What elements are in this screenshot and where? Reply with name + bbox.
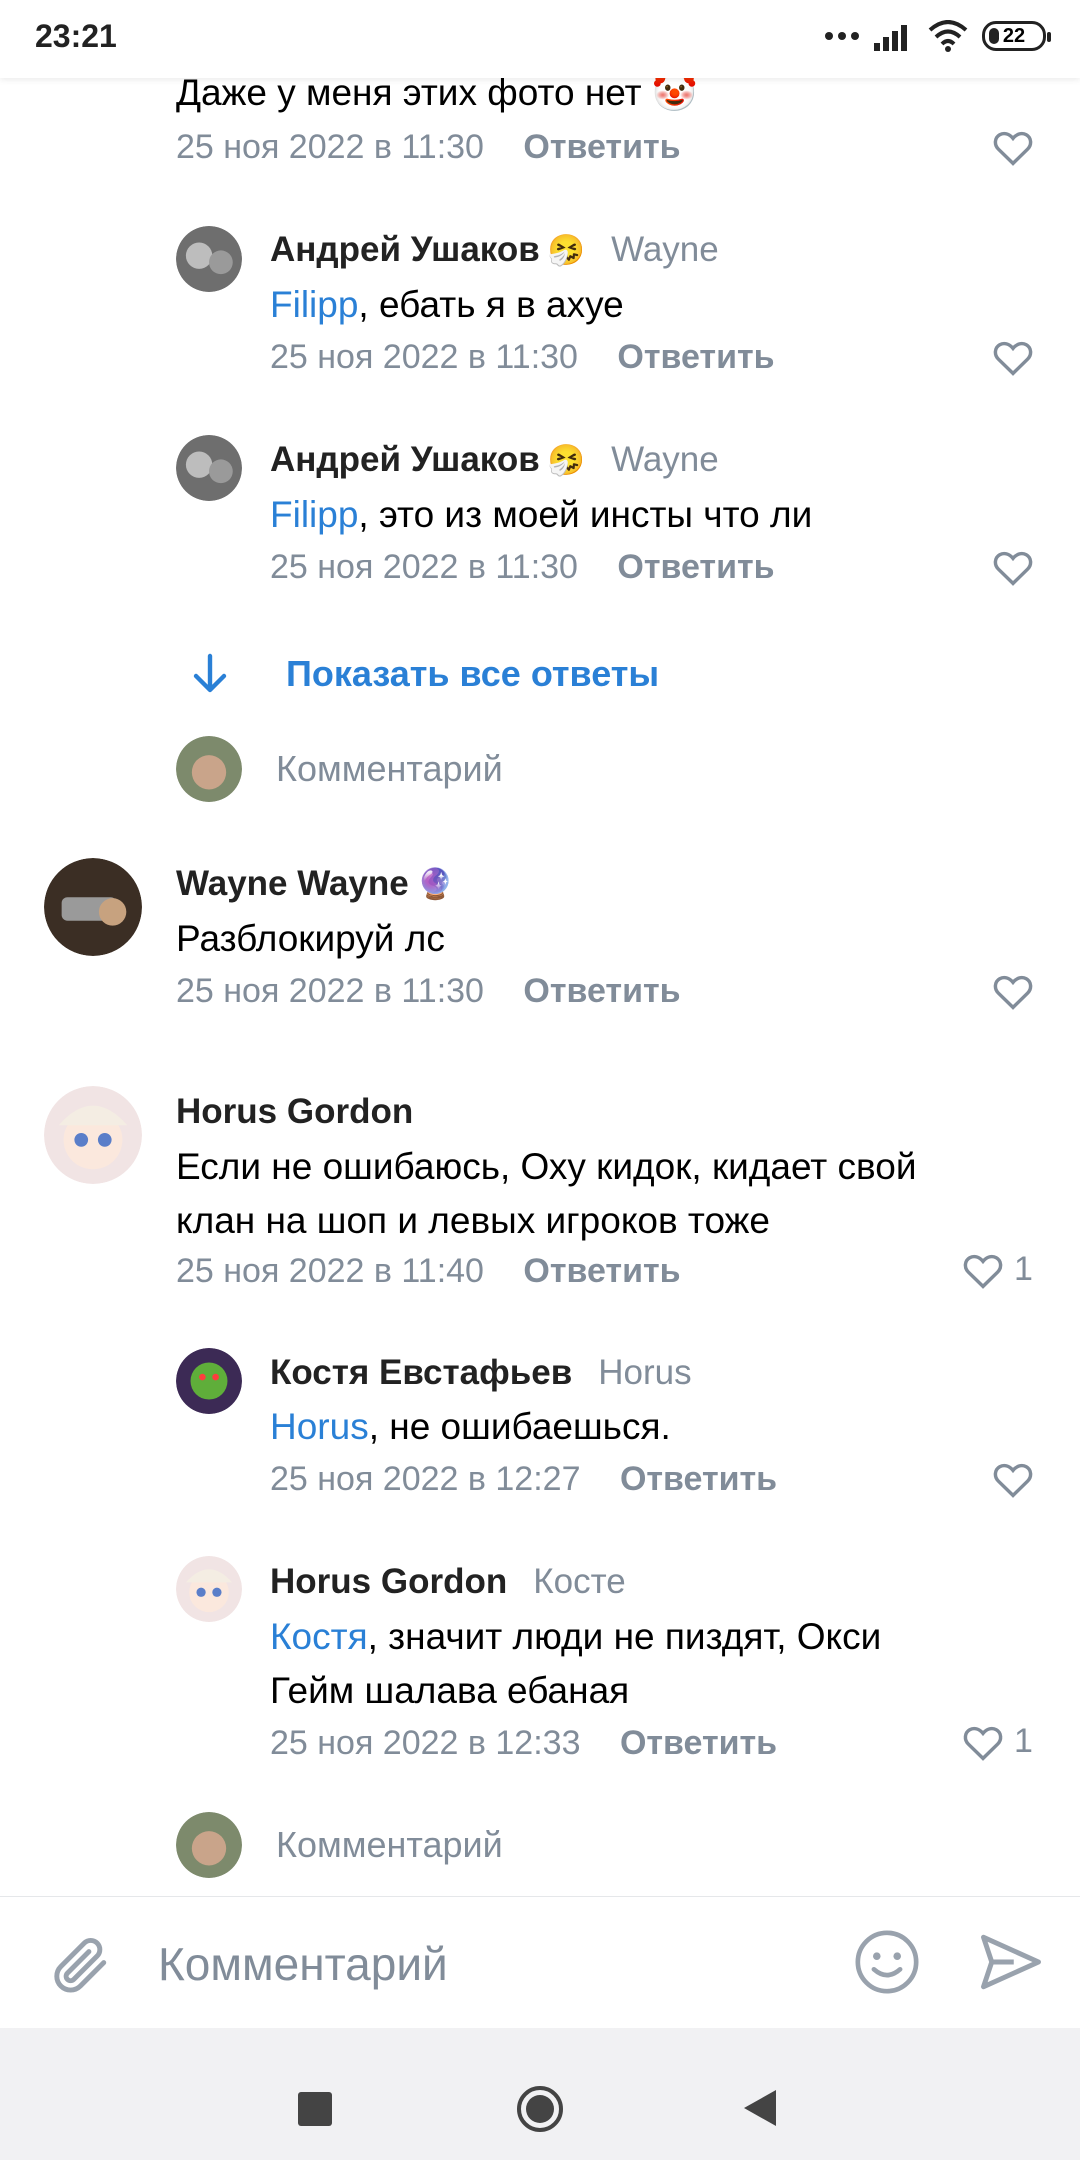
like-button[interactable] <box>992 1460 1034 1498</box>
comments-feed: Даже у меня этих фото нет 🤡 25 ноя 2022 … <box>0 0 1080 1896</box>
comment-meta: 25 ноя 2022 в 11:30 Ответить <box>176 128 681 167</box>
heart-icon <box>993 131 1033 166</box>
signal-icon <box>874 25 907 51</box>
home-button[interactable] <box>515 2084 565 2134</box>
comment-meta: 25 ноя 2022 в 12:27 Ответить <box>270 1460 777 1499</box>
heart-icon <box>963 1726 1003 1761</box>
reply-to-name: Horus <box>598 1353 692 1392</box>
comment-author[interactable]: Horus Gordon <box>176 1092 413 1132</box>
mention-link[interactable]: Filipp <box>270 284 358 325</box>
avatar[interactable] <box>176 226 242 292</box>
reply-button[interactable]: Ответить <box>620 1724 777 1762</box>
comment-date: 25 ноя 2022 в 11:30 <box>270 548 578 586</box>
reply-comment-field[interactable]: Комментарий <box>176 1812 503 1878</box>
mention-link[interactable]: Filipp <box>270 494 358 535</box>
avatar <box>176 1812 242 1878</box>
comment-text: Horus, не ошибаешься. <box>270 1406 671 1447</box>
comment-author[interactable]: Костя Евстафьев Horus <box>270 1353 692 1393</box>
comment-text: Filipp, ебать я в ахуе <box>270 284 624 325</box>
arrow-down-icon <box>193 653 227 693</box>
like-button[interactable] <box>992 548 1034 586</box>
reply-button[interactable]: Ответить <box>523 972 680 1010</box>
comment-text: Костя, значит люди не пиздят, Окси Гейм … <box>270 1616 882 1711</box>
reply-comment-field[interactable]: Комментарий <box>176 736 503 802</box>
comment-input[interactable]: Комментарий <box>158 1937 448 1991</box>
more-dots-icon <box>825 32 859 40</box>
comment-meta: 25 ноя 2022 в 11:30 Ответить <box>176 972 681 1011</box>
comment-date: 25 ноя 2022 в 11:30 <box>176 128 484 166</box>
like-count: 1 <box>1014 1250 1033 1288</box>
like-button[interactable] <box>992 128 1034 166</box>
reply-button[interactable]: Ответить <box>523 1252 680 1290</box>
avatar[interactable] <box>176 435 242 501</box>
reply-to-name: Wayne <box>611 440 719 479</box>
comment-input-bar: Комментарий <box>0 1896 1080 2029</box>
avatar[interactable] <box>176 1348 242 1414</box>
reply-button[interactable]: Ответить <box>523 128 680 166</box>
show-all-replies-button[interactable]: Показать все ответы <box>190 652 659 696</box>
avatar[interactable] <box>44 1086 142 1184</box>
back-button[interactable] <box>742 2088 778 2128</box>
heart-icon <box>993 1463 1033 1498</box>
like-count: 1 <box>1014 1722 1033 1760</box>
comment-text: Если не ошибаюсь, Оху кидок, кидает свой… <box>176 1146 917 1241</box>
comment-meta: 25 ноя 2022 в 11:40 Ответить <box>176 1252 681 1291</box>
comment-date: 25 ноя 2022 в 12:33 <box>270 1724 581 1762</box>
battery-level: 22 <box>1002 24 1026 47</box>
heart-icon <box>993 975 1033 1010</box>
comment-text: Разблокируй лс <box>176 918 445 959</box>
heart-icon <box>963 1254 1003 1289</box>
avatar <box>176 736 242 802</box>
reply-comment-placeholder: Комментарий <box>276 748 503 789</box>
battery-icon: 22 <box>982 21 1051 51</box>
heart-icon <box>993 341 1033 376</box>
like-button[interactable]: 1 <box>962 1250 1033 1289</box>
comment-author[interactable]: Wayne Wayne 🔮 <box>176 864 454 904</box>
reply-to-name: Wayne <box>611 230 719 269</box>
reply-to-name: Косте <box>533 1562 626 1601</box>
avatar[interactable] <box>176 1556 242 1622</box>
comment-meta: 25 ноя 2022 в 11:30 Ответить <box>270 548 775 587</box>
paperclip-icon[interactable] <box>46 1931 112 1997</box>
send-icon[interactable] <box>978 1929 1044 1995</box>
like-button[interactable]: 1 <box>962 1722 1033 1761</box>
smile-icon[interactable] <box>852 1927 922 1997</box>
reply-button[interactable]: Ответить <box>617 338 774 376</box>
comment-author[interactable]: Андрей Ушаков 🤧 Wayne <box>270 440 719 480</box>
comment-meta: 25 ноя 2022 в 12:33 Ответить <box>270 1724 777 1763</box>
system-nav-bar <box>0 2028 1080 2160</box>
like-button[interactable] <box>992 972 1034 1010</box>
comment-text: Filipp, это из моей инсты что ли <box>270 494 813 535</box>
heart-icon <box>993 551 1033 586</box>
comment-meta: 25 ноя 2022 в 11:30 Ответить <box>270 338 775 377</box>
avatar[interactable] <box>44 858 142 956</box>
mention-link[interactable]: Horus <box>270 1406 369 1447</box>
wifi-icon <box>928 20 968 52</box>
status-icons: 22 <box>824 20 1051 52</box>
reply-button[interactable]: Ответить <box>617 548 774 586</box>
reply-button[interactable]: Ответить <box>620 1460 777 1498</box>
comment-date: 25 ноя 2022 в 11:30 <box>176 972 484 1010</box>
comment-date: 25 ноя 2022 в 11:40 <box>176 1252 484 1290</box>
status-time: 23:21 <box>35 18 117 54</box>
comment-date: 25 ноя 2022 в 11:30 <box>270 338 578 376</box>
recent-apps-button[interactable] <box>298 2092 332 2126</box>
comment-author[interactable]: Андрей Ушаков 🤧 Wayne <box>270 230 719 270</box>
status-bar: 23:21 22 <box>0 0 1080 78</box>
mention-link[interactable]: Костя <box>270 1616 368 1657</box>
comment-author[interactable]: Horus Gordon Косте <box>270 1562 626 1602</box>
reply-comment-placeholder: Комментарий <box>276 1824 503 1865</box>
show-all-replies-label: Показать все ответы <box>286 653 660 694</box>
comment-date: 25 ноя 2022 в 12:27 <box>270 1460 581 1498</box>
like-button[interactable] <box>992 338 1034 376</box>
